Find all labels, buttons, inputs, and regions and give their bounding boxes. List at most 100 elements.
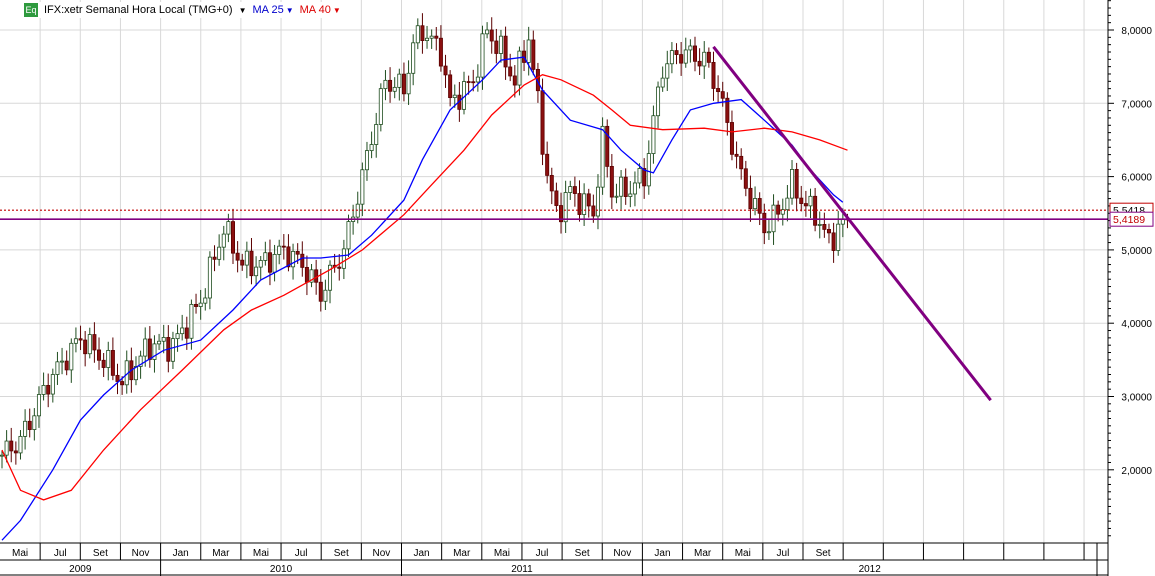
candle-body	[614, 195, 619, 198]
chart-legend: Eq IFX:xetr Semanal Hora Local (TMG+0) ▼…	[24, 2, 345, 18]
candle-body	[369, 144, 374, 152]
candle-body	[244, 250, 249, 266]
candle-body	[748, 187, 753, 210]
candle-body	[489, 29, 494, 42]
candle-body	[397, 73, 402, 88]
candle-body	[753, 198, 758, 210]
candle-body	[503, 35, 508, 68]
candle-body	[267, 252, 272, 273]
candle-body	[494, 40, 499, 54]
candle-body	[157, 340, 162, 345]
candle-body	[743, 168, 748, 189]
candle-body	[360, 169, 365, 205]
candle-body	[693, 45, 698, 62]
candle-body	[498, 35, 503, 54]
candle-body	[577, 193, 582, 215]
candle-body	[249, 250, 254, 277]
year-label: 2011	[511, 564, 533, 575]
candle-body	[194, 303, 199, 307]
legend-ma40[interactable]: MA 40	[300, 4, 331, 16]
candle-body	[69, 342, 74, 371]
y-tick-label: 6,0000	[1121, 173, 1152, 184]
candle-body	[531, 39, 536, 70]
candle-body	[78, 338, 83, 341]
candle-body	[438, 37, 443, 67]
candle-body	[170, 338, 175, 362]
x-axis: Mai Jul Set Nov Jan Mar Mai Jul Set Nov Jan Mar Mai J…	[0, 542, 1155, 576]
month-label: Set	[816, 548, 831, 559]
candle-body	[180, 327, 185, 335]
candle-body	[235, 252, 240, 261]
candle-body	[711, 61, 716, 89]
candle-body	[110, 350, 115, 376]
y-tick-label: 8,0000	[1121, 26, 1152, 37]
candle-body	[203, 297, 208, 304]
candle-body	[508, 66, 513, 77]
candle-body	[637, 168, 642, 184]
candle-body	[60, 360, 65, 363]
candle-body	[549, 175, 554, 192]
candle-body	[240, 259, 245, 266]
price-chart[interactable]: 2,0000 3,0000 4,0000 5,0000 6,0000 7,0000 8,00…	[0, 0, 1155, 576]
candle-body	[314, 269, 319, 283]
ma40-dropdown-icon[interactable]: ▼	[333, 6, 341, 15]
candle-body	[318, 281, 323, 302]
candle-body	[757, 198, 762, 214]
month-label: Jul	[536, 548, 549, 559]
candle-body	[97, 349, 102, 361]
candle-body	[688, 45, 693, 51]
candle-body	[406, 72, 411, 95]
title-dropdown-icon[interactable]: ▼	[239, 6, 247, 15]
candle-body	[263, 252, 268, 261]
month-label: Jan	[173, 548, 189, 559]
candle-body	[184, 327, 189, 339]
candles	[0, 13, 850, 469]
chart-title[interactable]: IFX:xetr Semanal Hora Local (TMG+0)	[44, 4, 233, 16]
month-label: Mar	[212, 548, 230, 559]
candle-body	[766, 231, 771, 234]
y-axis-background	[1108, 0, 1155, 576]
y-tick-label: 5,0000	[1121, 246, 1152, 257]
candle-body	[277, 245, 282, 255]
candle-body	[434, 35, 439, 39]
candle-body	[295, 251, 300, 255]
candle-body	[817, 224, 822, 226]
ma25-dropdown-icon[interactable]: ▼	[286, 6, 294, 15]
candle-body	[212, 256, 217, 260]
month-label: Mar	[694, 548, 712, 559]
legend-ma25[interactable]: MA 25	[253, 4, 284, 16]
candle-body	[83, 339, 88, 355]
candle-body	[448, 74, 453, 99]
candle-body	[669, 50, 674, 65]
month-label: Mai	[253, 548, 269, 559]
candle-body	[383, 79, 388, 90]
year-label: 2009	[69, 564, 92, 575]
candle-body	[485, 29, 490, 35]
candle-body	[665, 63, 670, 79]
candle-body	[785, 197, 790, 211]
candle-body	[18, 435, 23, 454]
candle-body	[120, 381, 125, 386]
candle-body	[217, 246, 222, 260]
candle-body	[323, 289, 328, 302]
month-label: Set	[575, 548, 590, 559]
candle-body	[471, 81, 476, 84]
candle-body	[198, 302, 203, 307]
candle-body	[55, 361, 60, 375]
candle-body	[706, 51, 711, 63]
candle-body	[0, 454, 4, 457]
candle-body	[36, 394, 41, 417]
candle-body	[729, 122, 734, 155]
candle-body	[595, 186, 600, 217]
candle-body	[619, 176, 624, 197]
month-label: Nov	[613, 548, 631, 559]
month-label: Nov	[373, 548, 391, 559]
candle-body	[836, 223, 841, 251]
candle-body	[826, 229, 831, 234]
candle-body	[563, 192, 568, 223]
candle-body	[660, 77, 665, 88]
candle-body	[221, 233, 226, 248]
candle-body	[762, 212, 767, 234]
candle-body	[175, 333, 180, 340]
candle-body	[115, 374, 120, 382]
